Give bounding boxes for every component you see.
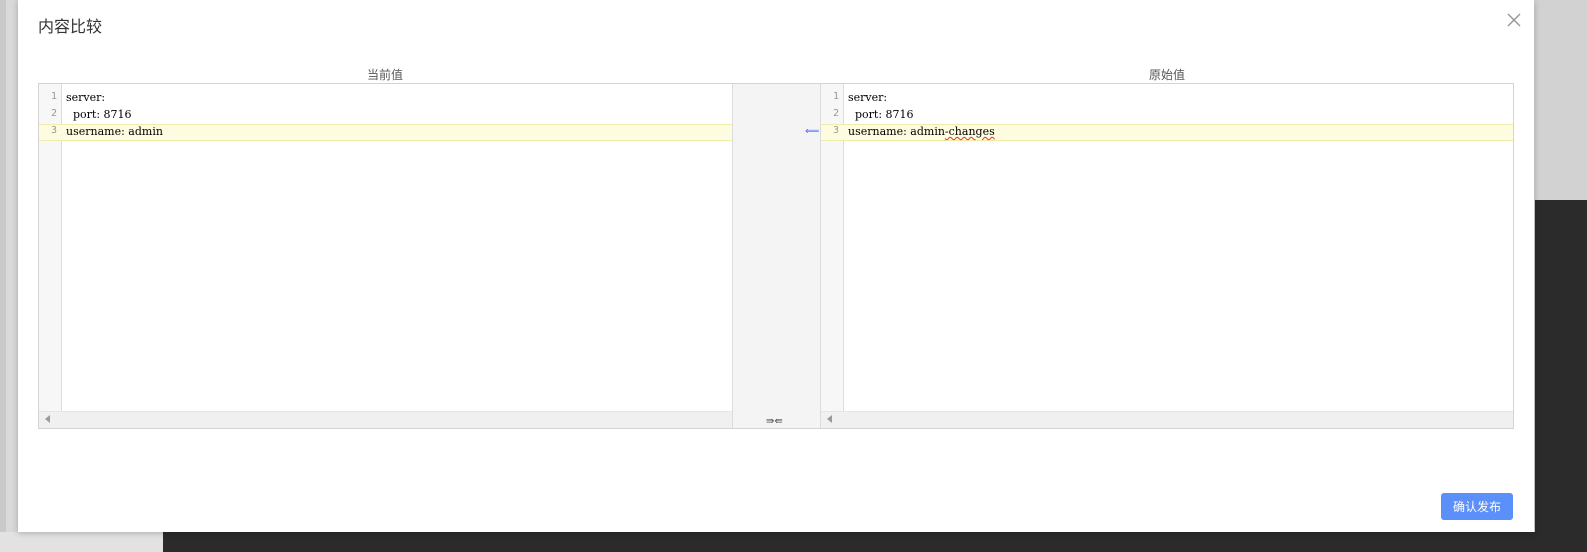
original-value-label: 原始值 [1148, 68, 1185, 82]
compare-dialog: 内容比较 当前值 原始值 1 server: 2 port: 8716 3 us… [18, 0, 1534, 532]
code-text: server: [848, 91, 888, 104]
scroll-left-icon[interactable] [45, 415, 50, 423]
code-line[interactable]: 1 server: [821, 90, 1513, 107]
horizontal-scrollbar[interactable] [821, 411, 1513, 428]
code-text: username: admin [66, 125, 163, 138]
original-value-editor[interactable]: 1 server: 2 port: 8716 3 username: admin… [821, 84, 1513, 428]
line-number: 1 [50, 91, 57, 102]
horizontal-scrollbar[interactable] [39, 411, 732, 428]
close-icon[interactable] [1504, 10, 1524, 30]
code-line[interactable]: 1 server: [39, 90, 732, 107]
code-line[interactable]: 2 port: 8716 [821, 107, 1513, 124]
background-app-sidebar-bottom [0, 532, 163, 552]
line-number: 3 [50, 125, 57, 136]
merge-view: 1 server: 2 port: 8716 3 username: admin… [38, 83, 1514, 429]
code-text: port: 8716 [848, 108, 914, 121]
code-text-prefix: username: admin [848, 125, 945, 138]
line-number: 2 [50, 108, 57, 119]
background-app-right-panel [1535, 0, 1587, 200]
line-number: 3 [832, 125, 839, 136]
code-text: port: 8716 [66, 108, 132, 121]
confirm-publish-button[interactable]: 确认发布 [1441, 493, 1513, 520]
line-number: 2 [832, 108, 839, 119]
background-app-left-edge [0, 0, 6, 552]
code-text: server: [66, 91, 106, 104]
revert-arrow-icon[interactable]: ⟸ [805, 127, 819, 137]
merge-gap: ⟸ ⇛⇚ [732, 84, 821, 428]
changed-code-line[interactable]: 3 username: admin [39, 124, 732, 141]
code-line[interactable]: 2 port: 8716 [39, 107, 732, 124]
spelling-error-text: -changes [944, 125, 995, 138]
sync-scroll-icon[interactable]: ⇛⇚ [766, 417, 783, 427]
background-app-dark-panel [1535, 200, 1587, 552]
code-text: username: admin-changes [848, 125, 995, 138]
background-app-dark-footer [163, 532, 1587, 552]
scroll-left-icon[interactable] [827, 415, 832, 423]
line-number: 1 [832, 91, 839, 102]
current-value-editor[interactable]: 1 server: 2 port: 8716 3 username: admin [39, 84, 732, 428]
dialog-title: 内容比较 [38, 17, 103, 36]
current-value-label: 当前值 [366, 68, 403, 82]
changed-code-line[interactable]: 3 username: admin-changes [821, 124, 1513, 141]
